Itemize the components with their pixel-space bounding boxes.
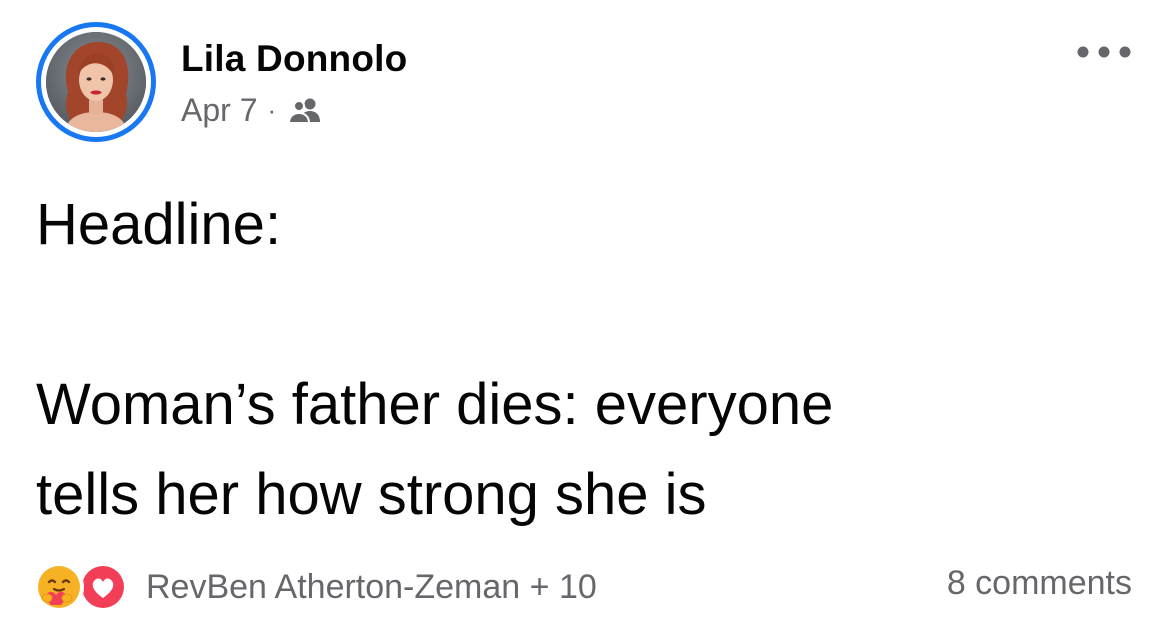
reaction-summary[interactable]: RevBen Atherton-Zeman + 10 [34,560,597,614]
avatar[interactable] [46,32,146,132]
post-body: Headline: Woman’s father dies: everyone … [36,180,1136,540]
paragraph-break [36,270,1136,360]
post-card: Lila Donnolo Apr 7 · Headline: Woman’s f… [0,0,1170,636]
post-text-line: tells her how strong she is [36,462,707,527]
post-meta: Apr 7 · [181,90,322,130]
more-options-icon[interactable] [1074,34,1134,70]
author-name[interactable]: Lila Donnolo [181,38,407,80]
reaction-icons [34,560,136,614]
meta-separator: · [267,95,277,125]
avatar-ring[interactable] [36,22,156,142]
comments-count[interactable]: 8 comments [947,564,1132,603]
friends-icon[interactable] [288,96,322,124]
post-text-line: Woman’s father dies: everyone [36,372,834,437]
care-reaction-icon [34,562,84,612]
love-reaction-icon [78,562,128,612]
post-text-line: Headline: [36,192,282,257]
avatar-photo [46,32,146,132]
reactors-text[interactable]: RevBen Atherton-Zeman + 10 [146,568,597,607]
post-date[interactable]: Apr 7 [181,92,257,129]
